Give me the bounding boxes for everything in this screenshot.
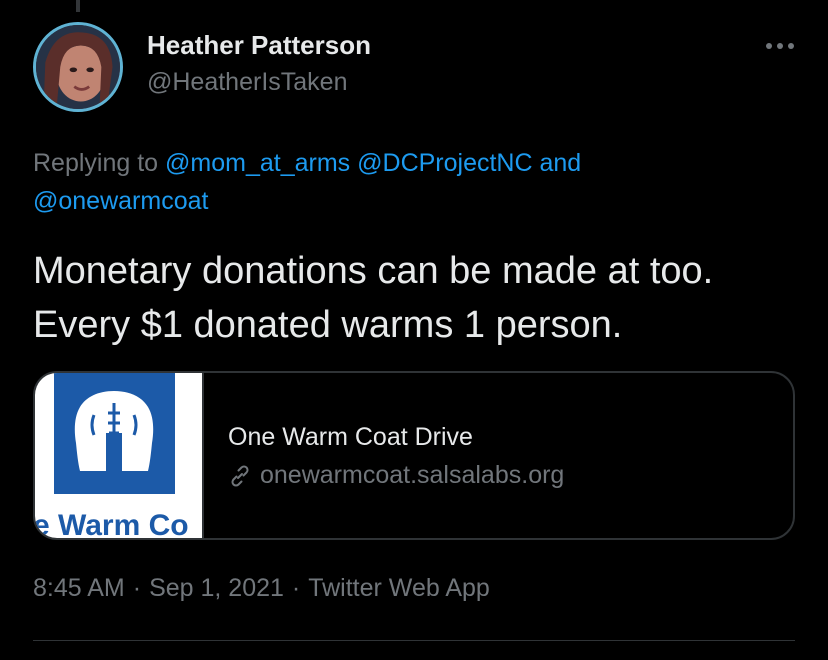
coat-icon (74, 391, 154, 471)
mention-conjunction[interactable]: and (540, 149, 582, 177)
more-options-button[interactable] (762, 32, 798, 60)
avatar[interactable] (33, 22, 123, 112)
one-warm-coat-logo (54, 373, 175, 494)
avatar-image (36, 25, 120, 109)
card-title: One Warm Coat Drive (228, 423, 473, 451)
replying-to-label: Replying to (33, 149, 159, 177)
link-preview-card[interactable]: e Warm Co One Warm Coat Drive onewarmcoa… (33, 371, 795, 540)
tweet-metadata: 8:45 AM · Sep 1, 2021 · Twitter Web App (33, 574, 490, 603)
thread-connector-line (76, 0, 80, 12)
more-icon (766, 43, 794, 49)
tweet-time[interactable]: 8:45 AM (33, 574, 125, 602)
author-handle[interactable]: @HeatherIsTaken (147, 68, 347, 97)
card-thumbnail: e Warm Co (35, 373, 204, 540)
mention-link[interactable]: @mom_at_arms (165, 149, 350, 177)
tweet-body: Monetary donations can be made at too. E… (33, 250, 714, 346)
divider (33, 640, 795, 641)
mention-link[interactable]: @onewarmcoat (33, 187, 208, 215)
meta-separator: · (132, 574, 142, 602)
card-thumbnail-text: e Warm Co (35, 509, 189, 540)
author-display-name[interactable]: Heather Patterson (147, 30, 371, 61)
replying-to-line: Replying to @mom_at_arms @DCProjectNC an… (33, 144, 793, 220)
mention-link[interactable]: @DCProjectNC (357, 149, 532, 177)
card-url-text: onewarmcoat.salsalabs.org (260, 461, 565, 489)
meta-separator: · (291, 574, 301, 602)
card-url: onewarmcoat.salsalabs.org (228, 461, 564, 490)
tweet-date[interactable]: Sep 1, 2021 (149, 574, 284, 602)
link-icon (231, 464, 249, 487)
tweet-source[interactable]: Twitter Web App (308, 574, 490, 602)
